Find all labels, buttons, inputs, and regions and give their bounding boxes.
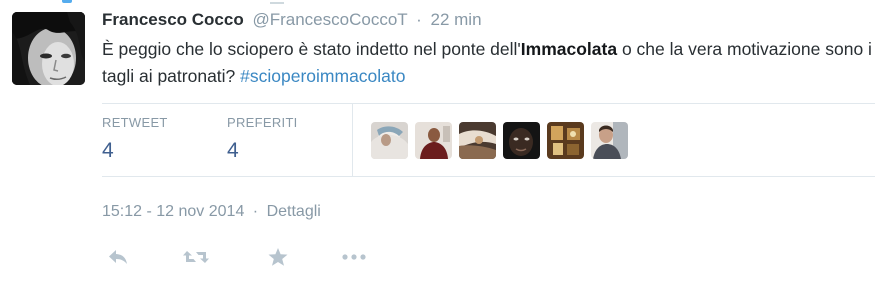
reply-icon <box>109 250 127 264</box>
favorites-label: PREFERITI <box>227 115 298 130</box>
hashtag-link[interactable]: #scioperoimmacolato <box>240 66 405 86</box>
tweet-card: Francesco Cocco @FrancescoCoccoT · 22 mi… <box>0 0 884 281</box>
reply-button[interactable] <box>104 245 132 269</box>
tweet-header: Francesco Cocco @FrancescoCoccoT · 22 mi… <box>102 9 482 31</box>
more-icon <box>342 254 366 260</box>
user-avatars-row <box>371 122 628 159</box>
retweet-button[interactable] <box>182 245 210 269</box>
retweet-count: 4 <box>102 139 114 162</box>
user-avatar[interactable] <box>547 122 584 159</box>
tweet-timestamp[interactable]: 15:12 - 12 nov 2014 <box>102 203 244 220</box>
tweet-text: È peggio che lo sciopero è stato indetto… <box>102 36 882 90</box>
divider-bottom <box>102 176 875 177</box>
more-button[interactable] <box>340 245 368 269</box>
meta-separator: · <box>252 203 259 220</box>
retweet-stat[interactable]: RETWEET 4 <box>102 115 168 165</box>
details-link[interactable]: Dettagli <box>267 203 321 220</box>
user-avatar[interactable] <box>503 122 540 159</box>
retweet-label: RETWEET <box>102 115 168 130</box>
user-avatar[interactable] <box>371 122 408 159</box>
stats-divider <box>352 104 353 176</box>
favorite-button[interactable] <box>264 245 292 269</box>
author-fullname[interactable]: Francesco Cocco <box>102 10 244 29</box>
partial-text-top <box>270 0 284 4</box>
tweet-text-bold: Immacolata <box>520 39 618 59</box>
user-avatar[interactable] <box>459 122 496 159</box>
favorites-stat[interactable]: PREFERITI 4 <box>227 115 298 165</box>
favorite-icon <box>268 248 288 266</box>
tweet-text-part-1: È peggio che lo sciopero è stato indetto… <box>102 39 521 59</box>
retweet-icon <box>183 251 209 263</box>
user-avatar[interactable] <box>591 122 628 159</box>
tweet-meta: 15:12 - 12 nov 2014 · Dettagli <box>102 201 321 223</box>
favorites-count: 4 <box>227 139 239 162</box>
tweet-time[interactable]: 22 min <box>431 10 482 29</box>
user-avatar[interactable] <box>415 122 452 159</box>
partial-icon-top <box>62 0 72 3</box>
header-separator: · <box>416 10 422 29</box>
avatar[interactable] <box>12 12 85 85</box>
author-username[interactable]: @FrancescoCoccoT <box>252 10 407 29</box>
divider-top <box>102 103 875 104</box>
